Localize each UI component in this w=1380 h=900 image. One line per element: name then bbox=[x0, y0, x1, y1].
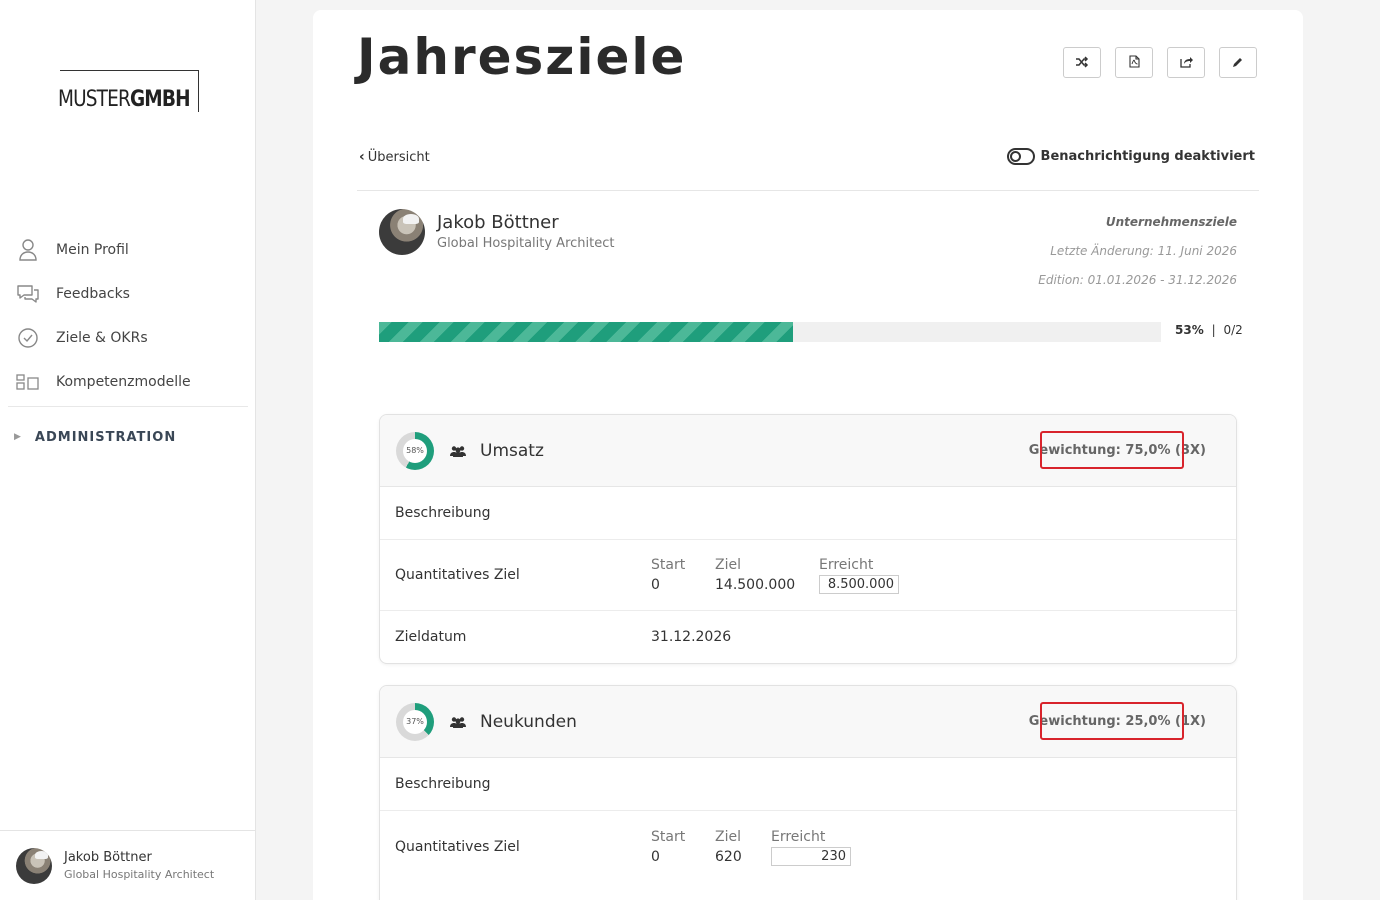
weight-value: Gewichtung: 25,0% bbox=[1028, 714, 1171, 729]
avatar bbox=[379, 209, 425, 255]
quant-label: Quantitatives Ziel bbox=[395, 838, 520, 855]
achieved-label: Erreicht bbox=[771, 828, 826, 845]
company-logo[interactable]: MUSTERGMBH bbox=[58, 70, 200, 112]
goal-weight: Gewichtung: 25,0% (1X) bbox=[1029, 714, 1206, 729]
goal-row-description: Beschreibung bbox=[380, 487, 1236, 540]
quant-values: Start 0 Ziel 620 Erreicht 230 bbox=[651, 827, 851, 867]
goal-row-description: Beschreibung bbox=[380, 758, 1236, 811]
shuffle-button[interactable] bbox=[1063, 47, 1101, 78]
pdf-button[interactable] bbox=[1115, 47, 1153, 78]
goal-card: 37% Neukunden Gewichtung: 25,0% (1X) Bes… bbox=[379, 685, 1237, 900]
progress-percent: 53% bbox=[1175, 323, 1204, 337]
person-role: Global Hospitality Architect bbox=[437, 236, 615, 251]
goal-progress-donut: 37% bbox=[396, 702, 434, 741]
sidebar: MUSTERGMBH Mein Profil Feedbacks Ziele &… bbox=[0, 0, 256, 900]
group-icon bbox=[450, 445, 466, 457]
goal-title: Umsatz bbox=[480, 440, 544, 461]
header-divider bbox=[357, 190, 1259, 191]
description-label: Beschreibung bbox=[395, 776, 491, 792]
goal-header[interactable]: 58% Umsatz Gewichtung: 75,0% (3X) bbox=[380, 415, 1236, 487]
sidebar-item-label: Kompetenzmodelle bbox=[56, 374, 191, 390]
target-label: Ziel bbox=[715, 557, 741, 573]
caret-right-icon: ▶ bbox=[14, 432, 21, 442]
back-label: Übersicht bbox=[367, 149, 430, 165]
quant-label: Quantitatives Ziel bbox=[395, 567, 520, 583]
logo-text-part1: MUSTER bbox=[58, 87, 131, 112]
target-label: Ziel bbox=[715, 828, 741, 845]
user-icon bbox=[16, 238, 40, 262]
weight-multiplier: (1X) bbox=[1175, 714, 1206, 729]
sidebar-item-administration[interactable]: ▶ ADMINISTRATION bbox=[8, 407, 248, 467]
sidebar-item-label: Mein Profil bbox=[56, 242, 129, 258]
goal-title: Neukunden bbox=[480, 711, 577, 732]
check-circle-icon bbox=[16, 326, 40, 350]
progress-count: 0/2 bbox=[1223, 323, 1243, 337]
date-value: 31.12.2026 bbox=[651, 629, 732, 645]
sidebar-item-label: Feedbacks bbox=[56, 286, 130, 302]
goal-row-date: Zieldatum 31.12.2026 bbox=[380, 611, 1236, 663]
back-link[interactable]: ‹ Übersicht bbox=[359, 149, 430, 165]
goal-progress-label: 58% bbox=[403, 438, 427, 463]
share-icon bbox=[1179, 53, 1193, 72]
weight-multiplier: (3X) bbox=[1175, 443, 1206, 458]
date-label: Zieldatum bbox=[395, 629, 467, 645]
person-name: Jakob Böttner bbox=[437, 212, 559, 233]
description-label: Beschreibung bbox=[395, 505, 491, 521]
shuffle-icon bbox=[1075, 53, 1089, 72]
goal-weight: Gewichtung: 75,0% (3X) bbox=[1029, 443, 1206, 458]
chevron-left-icon: ‹ bbox=[359, 149, 365, 165]
sidebar-item-label: ADMINISTRATION bbox=[34, 429, 177, 445]
user-role: Global Hospitality Architect bbox=[64, 867, 215, 881]
weight-value: Gewichtung: 75,0% bbox=[1028, 443, 1171, 458]
goal-row-quantitative: Quantitatives Ziel Start 0 Ziel 620 Erre… bbox=[380, 811, 1236, 882]
quant-values: Start 0 Ziel 14.500.000 Erreicht 8.500.0… bbox=[651, 555, 899, 595]
user-name: Jakob Böttner bbox=[64, 849, 152, 865]
target-value: 620 bbox=[715, 848, 742, 865]
edition: Edition: 01.01.2026 - 31.12.2026 bbox=[1038, 273, 1237, 287]
last-change: Letzte Änderung: 11. Juni 2026 bbox=[1050, 244, 1237, 258]
goal-meta: Unternehmensziele Letzte Änderung: 11. J… bbox=[1038, 208, 1237, 295]
start-value: 0 bbox=[651, 848, 660, 865]
achieved-label: Erreicht bbox=[819, 557, 874, 573]
start-label: Start bbox=[651, 557, 686, 573]
sidebar-nav: Mein Profil Feedbacks Ziele & OKRs Kompe… bbox=[8, 228, 248, 467]
chat-icon bbox=[16, 282, 40, 306]
sidebar-item-mein-profil[interactable]: Mein Profil bbox=[8, 228, 248, 272]
avatar bbox=[16, 847, 52, 884]
grid-icon bbox=[16, 370, 40, 394]
achieved-input[interactable]: 8.500.000 bbox=[819, 575, 899, 594]
notification-label: Benachrichtigung deaktiviert bbox=[1040, 149, 1255, 164]
goal-progress-label: 37% bbox=[403, 709, 427, 734]
main-card: Jahresziele ‹ Übersicht Benachrichtigung… bbox=[313, 10, 1303, 900]
progress-summary: 53% | 0/2 bbox=[1175, 323, 1243, 337]
progress-separator: | bbox=[1211, 323, 1216, 337]
person-info: Jakob Böttner Global Hospitality Archite… bbox=[379, 209, 614, 255]
overall-progress-bar bbox=[379, 322, 1161, 342]
target-value: 14.500.000 bbox=[715, 577, 796, 593]
start-value: 0 bbox=[651, 577, 660, 593]
goal-row-quantitative: Quantitatives Ziel Start 0 Ziel 14.500.0… bbox=[380, 540, 1236, 611]
achieved-input[interactable]: 230 bbox=[771, 846, 851, 866]
group-icon bbox=[450, 716, 466, 728]
sidebar-item-ziele-okrs[interactable]: Ziele & OKRs bbox=[8, 316, 248, 360]
logo-text-part2: GMBH bbox=[129, 87, 191, 112]
pdf-icon bbox=[1128, 53, 1140, 72]
sidebar-item-feedbacks[interactable]: Feedbacks bbox=[8, 272, 248, 316]
notification-toggle[interactable]: Benachrichtigung deaktiviert bbox=[1006, 148, 1255, 165]
start-label: Start bbox=[651, 828, 686, 845]
progress-fill bbox=[379, 322, 794, 342]
sidebar-item-label: Ziele & OKRs bbox=[56, 330, 148, 346]
sidebar-user[interactable]: Jakob Böttner Global Hospitality Archite… bbox=[0, 830, 255, 900]
goal-progress-donut: 58% bbox=[396, 431, 434, 470]
goal-card: 58% Umsatz Gewichtung: 75,0% (3X) Beschr… bbox=[379, 414, 1237, 664]
edit-icon bbox=[1232, 53, 1244, 72]
page-title: Jahresziele bbox=[357, 28, 687, 86]
toggle-switch[interactable] bbox=[1006, 148, 1035, 165]
edit-button[interactable] bbox=[1219, 47, 1257, 78]
toolbar bbox=[1063, 47, 1257, 78]
share-button[interactable] bbox=[1167, 47, 1205, 78]
sidebar-item-kompetenzmodelle[interactable]: Kompetenzmodelle bbox=[8, 360, 248, 404]
goal-header[interactable]: 37% Neukunden Gewichtung: 25,0% (1X) bbox=[380, 686, 1236, 758]
goal-category: Unternehmensziele bbox=[1105, 215, 1237, 229]
